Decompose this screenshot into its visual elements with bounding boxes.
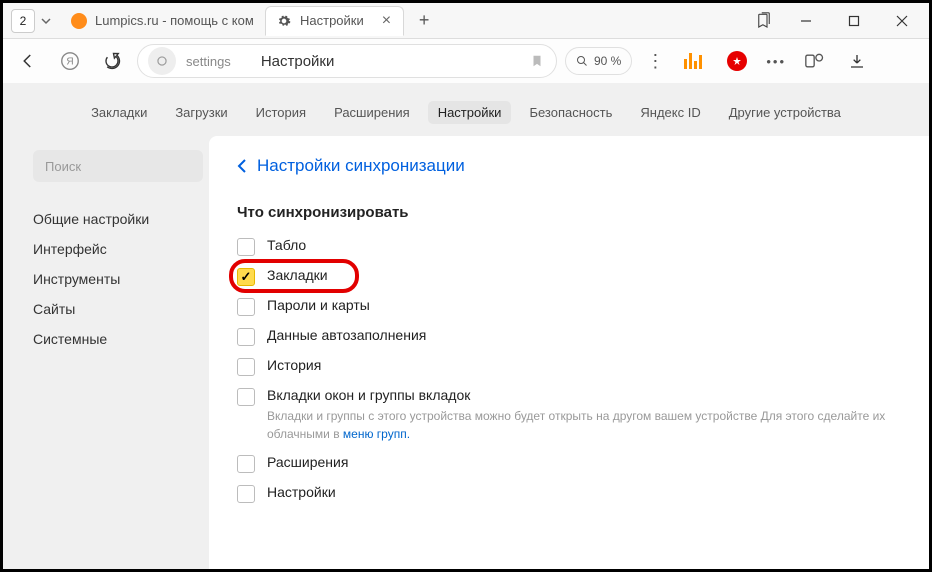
minimize-button[interactable]: [785, 6, 827, 36]
sync-row-5: Вкладки окон и группы вкладок Вкладки и г…: [237, 387, 901, 443]
settings-sidebar: Поиск Общие настройкиИнтерфейсИнструмент…: [3, 136, 209, 569]
tab-label: Lumpics.ru - помощь с ком: [95, 13, 254, 28]
topnav-item-2[interactable]: История: [246, 101, 316, 124]
address-title: Настройки: [261, 53, 335, 70]
sidebar-item-3[interactable]: Сайты: [33, 294, 209, 324]
zoom-value: 90 %: [594, 54, 621, 68]
topnav-item-3[interactable]: Расширения: [324, 101, 420, 124]
soundwave-extension-icon[interactable]: [678, 44, 712, 78]
close-icon[interactable]: ×: [380, 13, 393, 29]
gear-icon: [276, 13, 292, 29]
sync-label-0: Табло: [267, 237, 306, 253]
window-controls: [749, 6, 929, 36]
back-button[interactable]: [11, 44, 45, 78]
sync-row-3: Данные автозаполнения: [237, 327, 901, 346]
tab-lumpics[interactable]: Lumpics.ru - помощь с ком: [61, 6, 261, 36]
settings-search-input[interactable]: Поиск: [33, 150, 203, 182]
settings-panel: Настройки синхронизации Что синхронизиро…: [209, 136, 929, 569]
sidebar-extension-icon[interactable]: [798, 44, 832, 78]
sync-row-4: История: [237, 357, 901, 376]
sync-checkbox-6[interactable]: [237, 455, 255, 473]
sync-label-2: Пароли и карты: [267, 297, 370, 313]
yandex-home-button[interactable]: Я: [53, 44, 87, 78]
section-title: Что синхронизировать: [237, 204, 901, 221]
tab-label: Настройки: [300, 13, 364, 28]
sync-row-7: Настройки: [237, 484, 901, 503]
tab-counter[interactable]: 2: [11, 9, 35, 33]
sync-checkbox-4[interactable]: [237, 358, 255, 376]
sidebar-item-1[interactable]: Интерфейс: [33, 234, 209, 264]
sidebar-item-0[interactable]: Общие настройки: [33, 204, 209, 234]
topnav-item-1[interactable]: Загрузки: [165, 101, 237, 124]
topnav-item-6[interactable]: Яндекс ID: [630, 101, 710, 124]
page-content: ЗакладкиЗагрузкиИсторияРасширенияНастрой…: [3, 83, 929, 569]
address-host: settings: [186, 54, 231, 69]
new-tab-button[interactable]: +: [410, 7, 438, 35]
more-extensions-button[interactable]: •••: [762, 54, 790, 69]
sync-checkbox-1[interactable]: [237, 268, 255, 286]
breadcrumb-title: Настройки синхронизации: [257, 156, 465, 176]
sidebar-item-4[interactable]: Системные: [33, 324, 209, 354]
sync-sublabel-5: Вкладки и группы с этого устройства можн…: [267, 407, 901, 443]
svg-text:Я: Я: [66, 57, 73, 68]
search-placeholder: Поиск: [45, 159, 81, 174]
lumpics-favicon: [71, 13, 87, 29]
sync-label-7: Настройки: [267, 484, 336, 500]
maximize-button[interactable]: [833, 6, 875, 36]
reload-button[interactable]: [95, 44, 129, 78]
toolbar: Я settings Настройки 90 % ⋮ •••: [3, 39, 929, 83]
tab-settings[interactable]: Настройки ×: [265, 6, 404, 36]
tab-dropdown-button[interactable]: [35, 16, 57, 26]
titlebar: 2 Lumpics.ru - помощь с ком Настройки × …: [3, 3, 929, 39]
site-shield-icon[interactable]: [148, 47, 176, 75]
menu-button[interactable]: ⋮: [640, 51, 670, 72]
topnav-item-4[interactable]: Настройки: [428, 101, 512, 124]
sync-row-1: Закладки: [237, 267, 901, 286]
sync-row-2: Пароли и карты: [237, 297, 901, 316]
tab-group: 2 Lumpics.ru - помощь с ком Настройки × …: [3, 3, 438, 38]
zoom-indicator[interactable]: 90 %: [565, 47, 632, 75]
bookmark-all-icon[interactable]: [749, 6, 779, 36]
topnav-item-5[interactable]: Безопасность: [519, 101, 622, 124]
sidebar-item-2[interactable]: Инструменты: [33, 264, 209, 294]
sync-checkbox-7[interactable]: [237, 485, 255, 503]
downloads-button[interactable]: [840, 44, 874, 78]
topnav-item-0[interactable]: Закладки: [81, 101, 157, 124]
sync-checklist: Табло Закладки Пароли и карты Данные автоза…: [237, 237, 901, 503]
sync-label-5: Вкладки окон и группы вкладок: [267, 387, 901, 403]
sync-label-3: Данные автозаполнения: [267, 327, 426, 343]
adblock-extension-icon[interactable]: [720, 44, 754, 78]
sync-label-6: Расширения: [267, 454, 348, 470]
bookmark-icon[interactable]: [522, 53, 552, 69]
sync-label-4: История: [267, 357, 321, 373]
topnav-item-7[interactable]: Другие устройства: [719, 101, 851, 124]
sync-checkbox-3[interactable]: [237, 328, 255, 346]
sync-checkbox-0[interactable]: [237, 238, 255, 256]
sync-label-1: Закладки: [267, 267, 328, 283]
sync-checkbox-2[interactable]: [237, 298, 255, 316]
sync-checkbox-5[interactable]: [237, 388, 255, 406]
address-bar[interactable]: settings Настройки: [137, 44, 557, 78]
sync-row-6: Расширения: [237, 454, 901, 473]
breadcrumb-back[interactable]: Настройки синхронизации: [237, 156, 901, 176]
close-window-button[interactable]: [881, 6, 923, 36]
sync-sublink-5[interactable]: меню групп.: [343, 427, 410, 441]
sync-row-0: Табло: [237, 237, 901, 256]
settings-topnav: Закладки Загрузки История Расширения Настрой…: [3, 83, 929, 136]
